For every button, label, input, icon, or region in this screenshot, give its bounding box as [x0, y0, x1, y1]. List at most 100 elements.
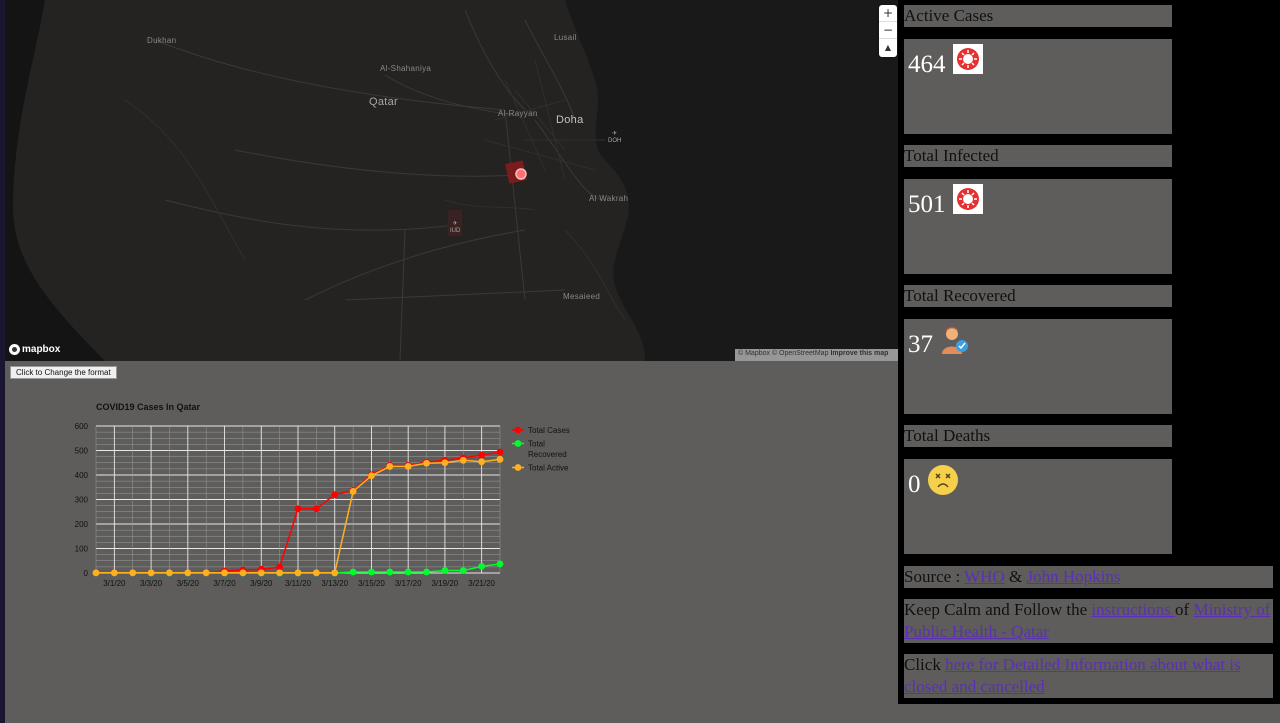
data-point-total-active — [404, 463, 412, 470]
legend-label: Total Cases — [528, 426, 570, 435]
map-view[interactable]: Dukhan Lusail Al-Shahaniya Qatar Al-Rayy… — [5, 0, 898, 361]
y-tick-label: 600 — [75, 422, 89, 431]
zoom-in-button[interactable]: + — [879, 5, 897, 22]
john-hopkins-link[interactable]: John Hopkins — [1026, 567, 1120, 586]
x-tick-label: 3/17/20 — [395, 579, 422, 588]
recovered-person-icon — [942, 327, 968, 354]
total-infected-title: Total Infected — [904, 145, 1172, 167]
map-label-al-shahaniya: Al-Shahaniya — [380, 64, 432, 73]
map-label-lusail: Lusail — [554, 33, 577, 42]
x-tick-label: 3/13/20 — [321, 579, 348, 588]
x-tick-label: 3/3/20 — [140, 579, 163, 588]
data-point-total-active — [202, 569, 210, 577]
data-point-total-active — [496, 455, 504, 463]
legend-swatch-marker — [514, 440, 522, 447]
total-deaths-title: Total Deaths — [904, 425, 1172, 447]
legend-swatch-marker — [514, 464, 522, 471]
y-tick-label: 500 — [75, 447, 89, 456]
x-tick-label: 3/7/20 — [213, 579, 236, 588]
map-label-qatar: Qatar — [369, 96, 399, 108]
compass-button[interactable]: ▲ — [879, 39, 897, 56]
x-tick-label: 3/1/20 — [103, 579, 126, 588]
map-attribution: © Mapbox © OpenStreetMap Improve this ma… — [735, 349, 898, 361]
attribution-text[interactable]: © Mapbox © OpenStreetMap — [738, 350, 828, 357]
x-tick-label: 3/19/20 — [432, 579, 459, 588]
airplane-icon: ✈ — [452, 221, 458, 227]
y-tick-label: 0 — [84, 569, 89, 578]
data-point-total-recovered — [404, 568, 412, 576]
data-point-total-active — [441, 459, 449, 467]
data-point-total-active — [368, 472, 375, 480]
dizzy-face-icon — [928, 465, 958, 495]
data-point-total-cases — [312, 505, 320, 513]
map-label-dukhan: Dukhan — [147, 36, 177, 45]
change-format-button[interactable]: Click to Change the format — [10, 366, 117, 379]
map-terrain — [5, 0, 898, 361]
source-line: Source : WHO & John Hopkins — [904, 566, 1273, 588]
instructions-link[interactable]: instructions — [1091, 600, 1175, 619]
closures-info-link[interactable]: here for Detailed Information about what… — [904, 655, 1241, 696]
data-point-total-active — [386, 463, 394, 470]
keep-calm-line: Keep Calm and Follow the instructions of… — [904, 599, 1273, 643]
x-tick-label: 3/9/20 — [250, 579, 273, 588]
map-label-mesaieed: Mesaieed — [563, 292, 601, 301]
data-point-total-recovered — [423, 568, 430, 576]
data-point-total-active — [459, 456, 467, 464]
who-link[interactable]: WHO — [964, 567, 1005, 586]
data-point-total-active — [423, 459, 430, 467]
data-point-total-recovered — [478, 562, 486, 570]
data-point-total-active — [129, 569, 137, 577]
virus-icon — [953, 184, 983, 214]
data-point-total-cases — [331, 491, 339, 498]
chart-legend: Total Cases TotalRecovered Total Active — [512, 426, 570, 473]
improve-map-link[interactable]: Improve this map — [830, 350, 888, 357]
total-deaths-box: 0 — [904, 459, 1172, 554]
x-tick-label: 3/5/20 — [177, 579, 200, 588]
data-point-total-active — [331, 569, 339, 577]
active-cases-title: Active Cases — [904, 5, 1172, 27]
chart-title: COVID19 Cases In Qatar — [96, 402, 201, 412]
map-label-doha: Doha — [556, 114, 584, 126]
chart-grid — [95, 425, 501, 574]
data-point-total-recovered — [496, 560, 504, 568]
x-tick-label: 3/15/20 — [358, 579, 385, 588]
y-tick-label: 100 — [75, 545, 89, 554]
y-tick-label: 400 — [75, 471, 89, 480]
data-point-total-recovered — [459, 567, 467, 574]
data-point-total-recovered — [441, 567, 449, 574]
total-recovered-title: Total Recovered — [904, 285, 1172, 307]
airplane-icon: ✈ — [612, 131, 618, 137]
legend-swatch-marker — [514, 426, 522, 434]
data-point-total-active — [294, 569, 302, 577]
map-zoom-controls: + − ▲ — [879, 5, 897, 57]
data-point-total-cases — [294, 505, 302, 513]
legend-label: Total Active — [528, 464, 569, 473]
data-point-total-recovered — [349, 568, 357, 576]
x-tick-label: 3/21/20 — [468, 579, 495, 588]
data-point-total-active — [184, 569, 192, 577]
airport-iud: ✈ IUD — [450, 221, 461, 234]
total-recovered-value: 37 — [908, 331, 933, 358]
active-cases-value: 464 — [908, 51, 946, 78]
data-point-total-cases — [496, 448, 504, 456]
data-point-total-active — [478, 458, 486, 466]
x-tick-label: 3/11/20 — [285, 579, 312, 588]
virus-icon — [953, 44, 983, 74]
closures-line: Click here for Detailed Information abou… — [904, 654, 1273, 698]
data-point-total-active — [312, 569, 320, 577]
total-infected-value: 501 — [908, 191, 946, 218]
mapbox-logo[interactable]: mapbox — [9, 344, 60, 355]
y-tick-label: 300 — [75, 496, 89, 505]
data-point-total-active — [221, 569, 228, 577]
data-point-total-active — [276, 569, 284, 577]
map-label-al-wakrah: Al Wakrah — [589, 194, 629, 203]
data-point-total-active — [110, 569, 118, 577]
mapbox-logo-icon — [9, 344, 20, 355]
data-point-total-active — [257, 569, 265, 577]
zoom-out-button[interactable]: − — [879, 22, 897, 39]
covid-line-chart: COVID19 Cases In Qatar 0 100 200 300 400 500 6… — [75, 402, 570, 588]
data-point-total-active — [239, 569, 247, 577]
data-point-total-cases — [478, 451, 486, 459]
legend-label: Total — [528, 440, 545, 449]
total-infected-box: 501 — [904, 179, 1172, 274]
